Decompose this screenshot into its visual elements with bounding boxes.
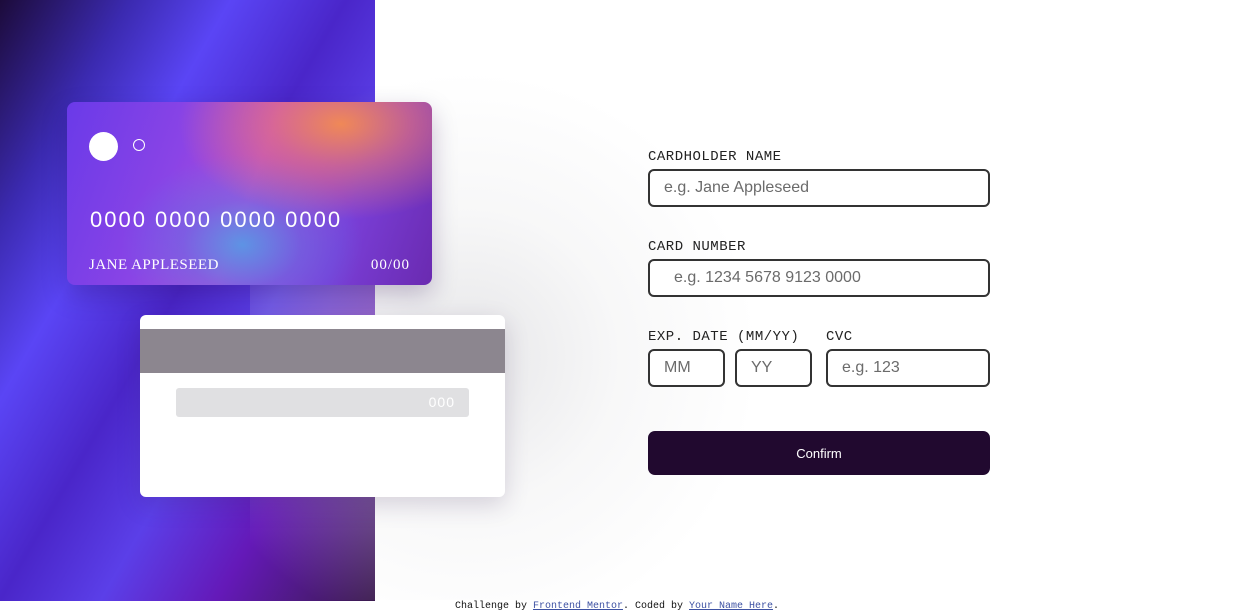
card-logo-circle-outline-icon bbox=[133, 139, 145, 151]
card-cvc-display: 000 bbox=[428, 394, 455, 410]
cardholder-name-label: CARDHOLDER NAME bbox=[648, 149, 782, 165]
cardholder-name-placeholder: e.g. Jane Appleseed bbox=[664, 179, 810, 196]
expiry-month-placeholder: MM bbox=[664, 359, 691, 376]
cvc-placeholder: e.g. 123 bbox=[842, 359, 900, 376]
cardholder-name-field: CARDHOLDER NAME e.g. Jane Appleseed bbox=[648, 148, 990, 207]
card-front: 0000 0000 0000 0000 JANE APPLESEED 00/00 bbox=[67, 102, 432, 285]
card-back: 000 bbox=[140, 315, 505, 497]
card-logo-circle-filled-icon bbox=[89, 132, 118, 161]
frontend-mentor-link[interactable]: Frontend Mentor bbox=[533, 601, 623, 612]
confirm-button[interactable]: Confirm bbox=[648, 431, 990, 475]
card-number-label: CARD NUMBER bbox=[648, 239, 746, 255]
magnetic-stripe bbox=[140, 329, 505, 373]
page: 0000 0000 0000 0000 JANE APPLESEED 00/00… bbox=[0, 0, 1234, 601]
expiry-year-placeholder: YY bbox=[751, 359, 773, 376]
cvc-input[interactable]: e.g. 123 bbox=[826, 349, 990, 387]
cvc-field: CVC e.g. 123 bbox=[826, 328, 990, 387]
signature-strip: 000 bbox=[176, 388, 469, 417]
card-number-placeholder: e.g. 1234 5678 9123 0000 bbox=[674, 269, 861, 286]
footer-prefix: Challenge by bbox=[454, 601, 533, 612]
cardholder-name-input[interactable]: e.g. Jane Appleseed bbox=[648, 169, 990, 207]
expiry-year-input[interactable]: YY bbox=[735, 349, 812, 387]
card-number-input[interactable]: e.g. 1234 5678 9123 0000 bbox=[648, 259, 990, 297]
expiry-date-field: EXP. DATE (MM/YY) MM YY bbox=[648, 328, 818, 387]
expiry-date-label: EXP. DATE (MM/YY) bbox=[648, 329, 800, 345]
footer-middle: . Coded by bbox=[622, 601, 689, 612]
expiry-inputs: MM YY bbox=[648, 349, 818, 387]
expiry-month-input[interactable]: MM bbox=[648, 349, 725, 387]
card-number-field: CARD NUMBER e.g. 1234 5678 9123 0000 bbox=[648, 238, 990, 297]
cardholder-name-display: JANE APPLESEED bbox=[89, 257, 219, 273]
card-expiry-display: 00/00 bbox=[370, 257, 410, 273]
footer-suffix: . bbox=[773, 601, 780, 612]
attribution-footer: Challenge by Frontend Mentor. Coded by Y… bbox=[0, 601, 1234, 613]
cvc-label: CVC bbox=[826, 329, 853, 345]
author-link[interactable]: Your Name Here bbox=[689, 601, 773, 612]
card-number-display: 0000 0000 0000 0000 bbox=[90, 207, 343, 232]
